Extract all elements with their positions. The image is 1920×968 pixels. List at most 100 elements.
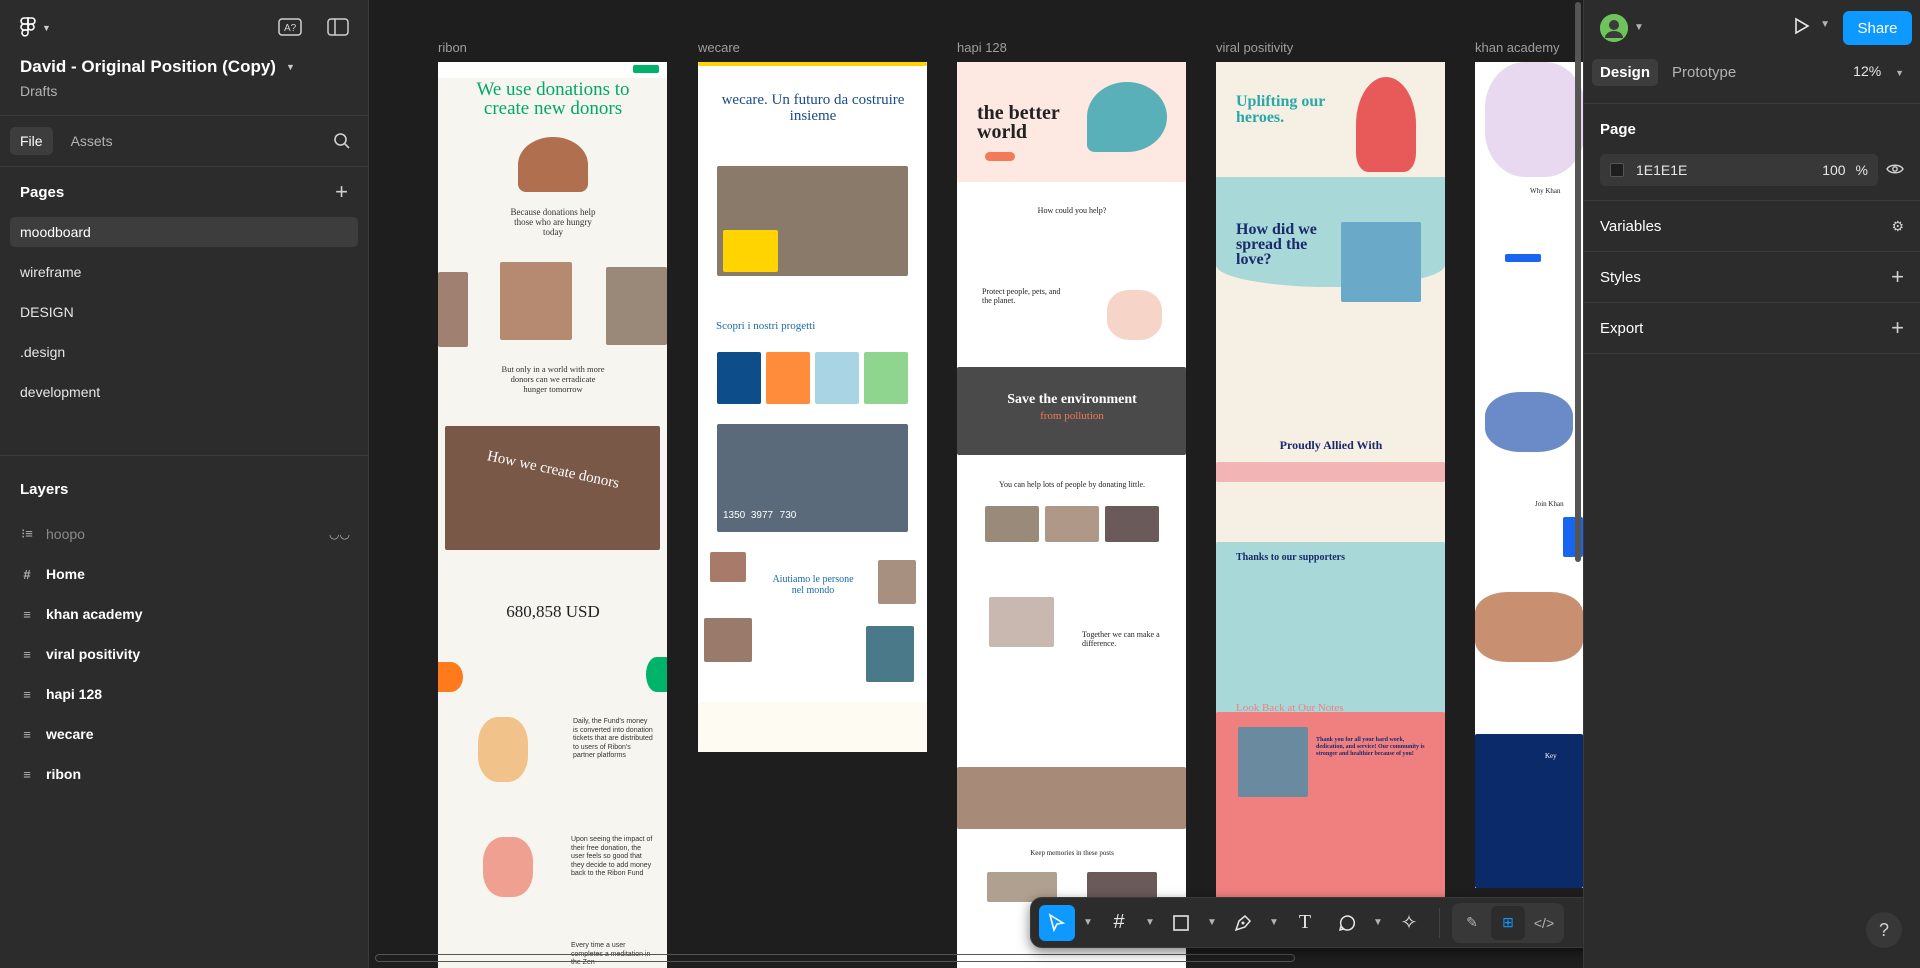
layer-hapi-128[interactable]: ≡ hapi 128 — [0, 674, 368, 714]
file-title[interactable]: David - Original Position (Copy) ▼ — [0, 57, 368, 77]
zoom-control[interactable]: 12% ▼ — [1853, 63, 1904, 79]
styles-header[interactable]: Styles + — [1584, 252, 1920, 302]
chevron-down-icon[interactable]: ▼ — [1081, 917, 1095, 928]
dev-mode-icon[interactable]: </> — [1527, 906, 1561, 940]
hapi-save: Save the environment — [1007, 392, 1137, 407]
frame-khan-academy[interactable]: Why Khan Join Khan Key — [1475, 62, 1583, 888]
page-item-wireframe[interactable]: wireframe — [10, 257, 358, 287]
layer-label: ribon — [46, 766, 81, 782]
hapi-illus — [1107, 290, 1162, 340]
page-section: Page 1E1E1E 100 % — [1584, 103, 1920, 186]
layer-wecare[interactable]: ≡ wecare — [0, 714, 368, 754]
chevron-down-icon[interactable]: ▼ — [1371, 917, 1385, 928]
frame-viral-positivity[interactable]: Uplifting our heroes. How did we spread … — [1216, 62, 1445, 930]
variables-settings-icon[interactable]: ⚙ — [1891, 218, 1904, 235]
tab-design[interactable]: Design — [1592, 58, 1659, 86]
ai-text-icon[interactable]: A? — [278, 16, 302, 38]
layer-hoopo[interactable]: ⁝≡ hoopo ◡◡ — [0, 514, 368, 554]
export-header[interactable]: Export + — [1584, 303, 1920, 353]
share-button[interactable]: Share — [1843, 11, 1912, 45]
hapi-how-help: How could you help? — [1037, 206, 1107, 215]
page-item-development[interactable]: development — [10, 377, 358, 407]
stat-2: 3977 — [750, 510, 774, 521]
frame-wecare[interactable]: wecare. Un futuro da costruire insieme S… — [698, 62, 927, 752]
layer-khan-academy[interactable]: ≡ khan academy — [0, 594, 368, 634]
svg-text:A?: A? — [284, 23, 297, 34]
add-export-icon[interactable]: + — [1891, 315, 1904, 341]
layer-label: viral positivity — [46, 646, 141, 662]
ribon-because: Because donations help those who are hun… — [510, 207, 596, 237]
frame-label-khan-academy[interactable]: khan academy — [1475, 40, 1560, 55]
main-menu-button[interactable]: ▼ — [20, 16, 51, 39]
hapi-protect: Protect people, pets, and the planet. — [982, 287, 1061, 305]
eye-icon[interactable] — [1886, 162, 1904, 179]
bottom-toolbar: ▼ # ▼ ▼ ▼ T ▼ ✧ ✎ ⊞ </> — [1030, 897, 1583, 948]
add-style-icon[interactable]: + — [1891, 264, 1904, 290]
design-mode-icon[interactable]: ⊞ — [1491, 905, 1525, 940]
fill-opacity[interactable]: 100 — [1822, 162, 1845, 178]
layer-viral-positivity[interactable]: ≡ viral positivity — [0, 634, 368, 674]
variables-header[interactable]: Variables ⚙ — [1584, 201, 1920, 251]
right-sidebar: ▼ ▼ Share Design Prototype 12% ▼ Page 1E… — [1583, 0, 1920, 968]
illustration-2 — [483, 837, 533, 897]
eye-closed-icon[interactable]: ◡◡ — [329, 527, 350, 541]
viral-thanks: Thanks to our supporters — [1236, 552, 1346, 563]
chevron-down-icon[interactable]: ▼ — [1267, 917, 1281, 928]
hero-heart — [1087, 82, 1167, 152]
file-name: David - Original Position (Copy) — [20, 57, 276, 76]
layers-header: Layers — [0, 464, 368, 514]
add-page-icon[interactable]: + — [335, 179, 348, 205]
tab-prototype[interactable]: Prototype — [1664, 59, 1744, 86]
page-item-moodboard[interactable]: moodboard — [10, 217, 358, 247]
frame-ribon[interactable]: We use donations to create new donors Be… — [438, 62, 667, 968]
chevron-down-icon[interactable]: ▼ — [1634, 22, 1644, 33]
actions-sparkle-icon[interactable]: ✧ — [1391, 905, 1427, 941]
layer-ribon[interactable]: ≡ ribon — [0, 754, 368, 794]
user-avatar[interactable] — [1600, 13, 1628, 42]
balloon — [1356, 77, 1416, 172]
frame-label-viral-positivity[interactable]: viral positivity — [1216, 40, 1293, 55]
variables-title: Variables — [1600, 217, 1662, 235]
hapi-headline: the better world — [977, 102, 1060, 143]
frame-stack-icon: ≡ — [23, 606, 31, 622]
figma-logo-icon — [20, 16, 36, 37]
move-tool-icon[interactable] — [1039, 904, 1075, 941]
page-item-design[interactable]: DESIGN — [10, 297, 358, 327]
chevron-down-icon[interactable]: ▼ — [1143, 917, 1157, 928]
tab-file[interactable]: File — [10, 127, 53, 155]
frame-tool-icon[interactable]: # — [1101, 905, 1137, 941]
tab-assets[interactable]: Assets — [61, 127, 123, 155]
horizontal-scrollbar[interactable] — [375, 954, 1295, 962]
viral-allied: Proudly Allied With — [1279, 438, 1383, 452]
frame-hapi-128[interactable]: the better world How could you help? Pro… — [957, 62, 1186, 968]
search-icon[interactable] — [330, 130, 354, 152]
file-location[interactable]: Drafts — [0, 77, 368, 99]
frame-label-hapi-128[interactable]: hapi 128 — [957, 40, 1007, 55]
frame-label-wecare[interactable]: wecare — [698, 40, 740, 55]
chevron-down-icon[interactable]: ▼ — [1205, 917, 1219, 928]
chevron-down-icon: ▼ — [1895, 68, 1904, 78]
page-fill-input[interactable]: 1E1E1E 100 % — [1600, 154, 1878, 186]
zoom-value: 12% — [1853, 63, 1882, 79]
comment-tool-icon[interactable] — [1329, 905, 1365, 941]
fill-hex[interactable]: 1E1E1E — [1636, 162, 1687, 178]
export-section: Export + — [1584, 302, 1920, 353]
color-swatch[interactable] — [1610, 163, 1624, 177]
present-play-icon[interactable] — [1794, 17, 1810, 40]
vertical-scrollbar[interactable] — [1575, 2, 1581, 562]
pen-tool-icon[interactable] — [1225, 905, 1261, 941]
rectangle-tool-icon[interactable] — [1163, 905, 1199, 941]
left-top-bar: ▼ A? — [0, 0, 368, 55]
frame-label-ribon[interactable]: ribon — [438, 40, 467, 55]
chevron-down-icon[interactable]: ▼ — [1820, 19, 1830, 30]
draw-mode-icon[interactable]: ✎ — [1455, 906, 1489, 940]
sidebar-toggle-icon[interactable] — [326, 16, 350, 38]
right-tabs: Design Prototype 12% ▼ — [1584, 55, 1920, 89]
canvas[interactable]: ribon wecare hapi 128 viral positivity k… — [369, 0, 1583, 968]
help-icon[interactable]: ? — [1866, 912, 1902, 948]
layer-home[interactable]: # Home — [0, 554, 368, 594]
text-tool-icon[interactable]: T — [1287, 905, 1323, 941]
page-item-dot-design[interactable]: .design — [10, 337, 358, 367]
project-card-4 — [864, 352, 908, 404]
chevron-down-icon: ▼ — [42, 22, 51, 33]
